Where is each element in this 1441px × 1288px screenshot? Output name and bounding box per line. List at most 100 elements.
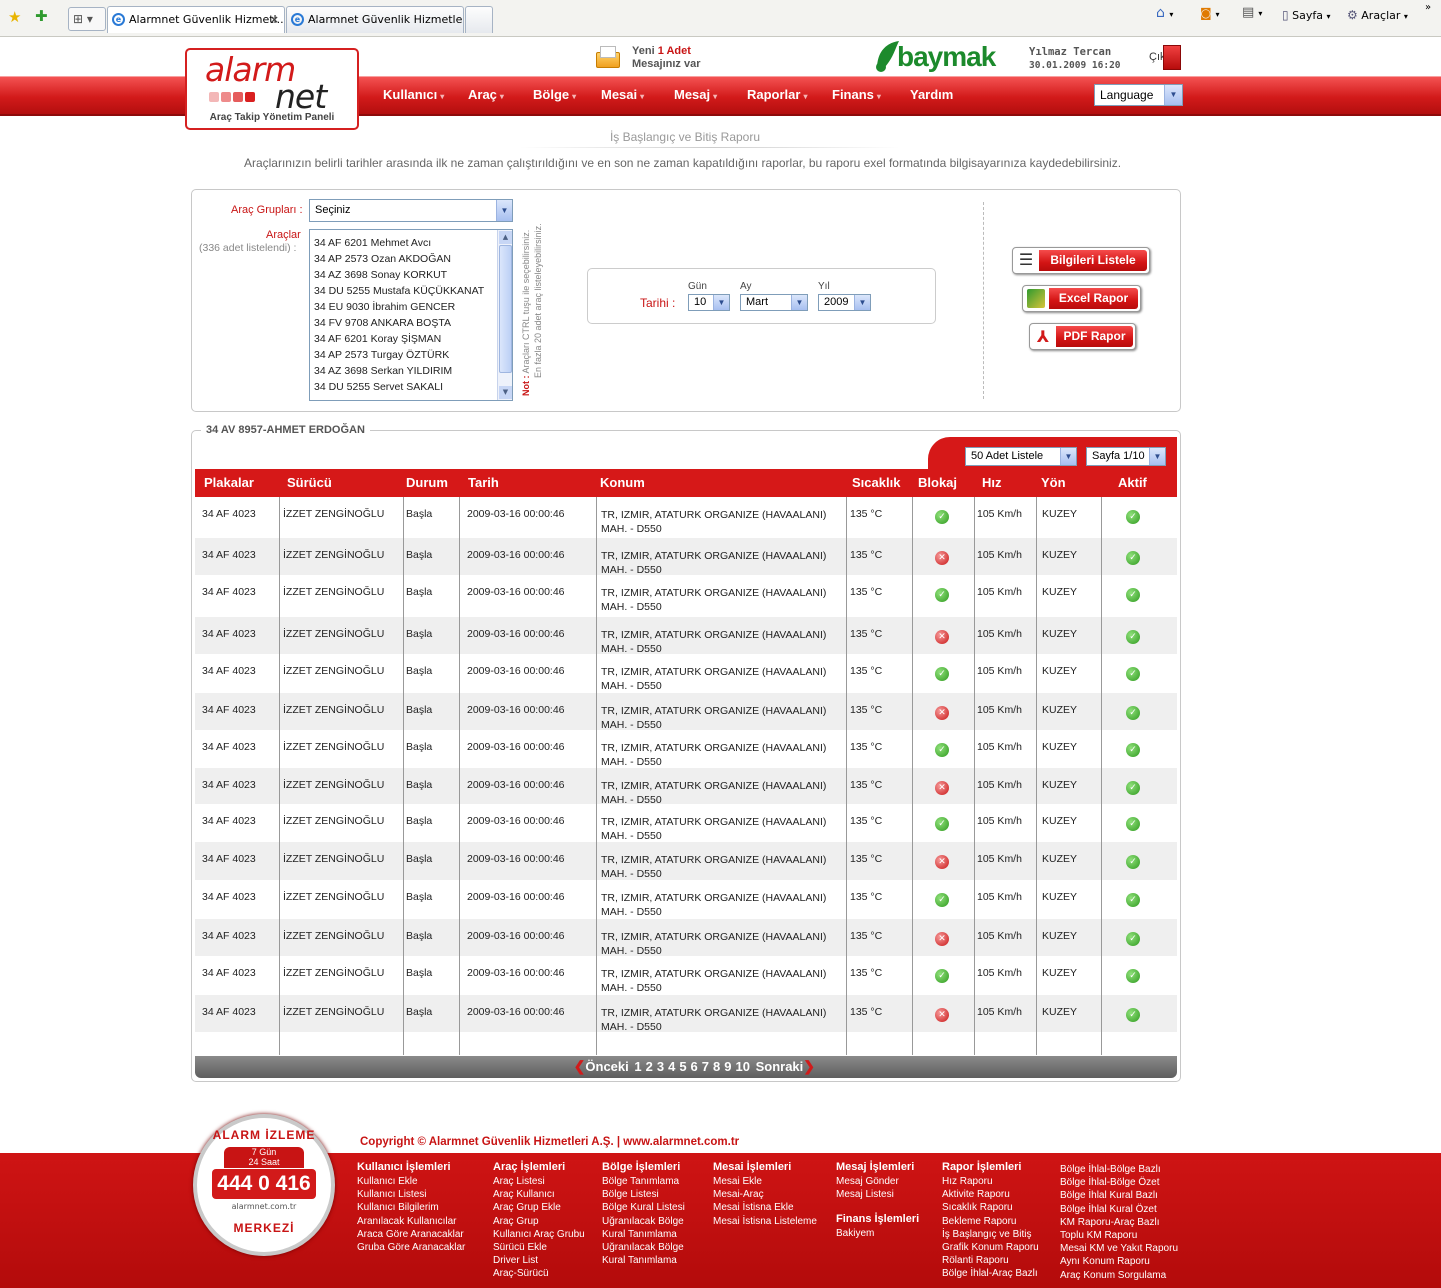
footer-link[interactable]: Toplu KM Raporu — [1060, 1229, 1137, 1242]
pager-page[interactable]: 6 — [691, 1059, 698, 1074]
footer-link[interactable]: Mesaj Listesi — [836, 1188, 894, 1201]
alarmnet-logo[interactable]: alarm net Araç Takip Yönetim Paneli — [185, 48, 359, 130]
footer-link[interactable]: Kullanıcı Ekle — [357, 1175, 418, 1188]
pager-page[interactable]: 2 — [646, 1059, 653, 1074]
footer-link[interactable]: Araç Grup — [493, 1215, 539, 1228]
nav-mesai[interactable]: Mesai ▾ — [601, 87, 644, 102]
page-select[interactable]: Sayfa 1/10 ▼ — [1086, 447, 1166, 466]
footer-link[interactable]: Mesai Ekle — [713, 1175, 762, 1188]
footer-link[interactable]: Mesai KM ve Yakıt Raporu — [1060, 1242, 1178, 1255]
browser-tab-1[interactable]: e Alarmnet Güvenlik Hizmetl... × — [107, 6, 285, 33]
print-icon[interactable]: ▤ ▾ — [1242, 5, 1262, 20]
vehicle-option[interactable]: 34 AZ 3698 Serkan YILDIRIM — [314, 363, 484, 379]
pager-page[interactable]: 7 — [702, 1059, 709, 1074]
chevron-left-icon[interactable]: ❮ — [574, 1058, 586, 1074]
pager-page[interactable]: 10 — [735, 1059, 749, 1074]
footer-link[interactable]: Aktivite Raporu — [942, 1188, 1010, 1201]
vehicle-option[interactable]: 34 EU 9030 İbrahim GENCER — [314, 299, 484, 315]
browser-tab-2[interactable]: eAlarmnet Güvenlik Hizmetleri ... — [286, 6, 464, 33]
footer-link[interactable]: Araç-Sürücü — [493, 1267, 549, 1280]
pager-next[interactable]: Sonraki — [756, 1059, 804, 1074]
new-tab-button[interactable] — [465, 6, 493, 33]
listbox-scrollbar[interactable]: ▲ ▼ — [497, 230, 512, 400]
footer-link[interactable]: Driver List — [493, 1254, 538, 1267]
footer-link[interactable]: Bakiyem — [836, 1227, 874, 1240]
vehicle-option[interactable]: 34 AP 2573 Ozan AKDOĞAN — [314, 251, 484, 267]
chevron-right-icon[interactable]: ❯ — [803, 1058, 815, 1074]
excel-report-button[interactable]: Excel Rapor — [1022, 285, 1141, 312]
footer-link[interactable]: Hız Raporu — [942, 1175, 993, 1188]
footer-link[interactable]: Araç Grup Ekle — [493, 1201, 561, 1214]
footer-link[interactable]: Bölge İhlal-Bölge Özet — [1060, 1176, 1160, 1189]
close-tab-icon[interactable]: × — [270, 7, 279, 33]
pager-page[interactable]: 5 — [679, 1059, 686, 1074]
footer-link[interactable]: Bölge İhlal-Araç Bazlı — [942, 1267, 1038, 1280]
footer-link[interactable]: Bekleme Raporu — [942, 1215, 1016, 1228]
footer-link[interactable]: Kullanıcı Bilgilerim — [357, 1201, 439, 1214]
col-surucu[interactable]: Sürücü — [287, 475, 332, 490]
nav-bolge[interactable]: Bölge ▾ — [533, 87, 576, 102]
col-sicaklik[interactable]: Sıcaklık — [852, 475, 900, 490]
vehicle-option[interactable]: 34 AZ 3698 Sonay KORKUT — [314, 267, 484, 283]
footer-link[interactable]: Sürücü Ekle — [493, 1241, 547, 1254]
list-info-button[interactable]: Bilgileri Listele ☰ — [1012, 247, 1150, 274]
footer-link[interactable]: Bölge Tanımlama — [602, 1175, 679, 1188]
footer-link[interactable]: Kullanıcı Listesi — [357, 1188, 426, 1201]
footer-link[interactable]: KM Raporu-Araç Bazlı — [1060, 1216, 1159, 1229]
pager-prev[interactable]: Önceki — [585, 1059, 628, 1074]
col-plakalar[interactable]: Plakalar — [204, 475, 254, 490]
page-menu[interactable]: ▯ Sayfa ▾ — [1282, 8, 1330, 22]
month-select[interactable]: Mart ▼ — [740, 294, 808, 311]
scroll-down-icon[interactable]: ▼ — [499, 386, 512, 399]
col-yon[interactable]: Yön — [1041, 475, 1066, 490]
vehicle-option[interactable]: 34 AF 6201 Koray ŞİŞMAN — [314, 331, 484, 347]
col-hiz[interactable]: Hız — [982, 475, 1002, 490]
footer-link[interactable]: Bölge Listesi — [602, 1188, 659, 1201]
footer-link[interactable]: Mesaj Gönder — [836, 1175, 899, 1188]
footer-link[interactable]: Uğranılacak Bölge — [602, 1215, 684, 1228]
nav-yardim[interactable]: Yardım — [910, 87, 953, 102]
footer-link[interactable]: Kural Tanımlama — [602, 1254, 677, 1267]
nav-mesaj[interactable]: Mesaj ▾ — [674, 87, 717, 102]
add-favorite-icon[interactable]: ✚ — [35, 7, 48, 25]
col-tarih[interactable]: Tarih — [468, 475, 499, 490]
vehicle-option[interactable]: 34 AF 6201 Mehmet Avcı — [314, 235, 484, 251]
footer-link[interactable]: Gruba Göre Aranacaklar — [357, 1241, 465, 1254]
pager-page[interactable]: 8 — [713, 1059, 720, 1074]
new-message-notice[interactable]: Yeni 1 Adet Mesajınız var — [632, 45, 700, 71]
pager-page[interactable]: 1 — [634, 1059, 641, 1074]
home-icon[interactable]: ⌂ ▾ — [1156, 5, 1173, 21]
footer-link[interactable]: Kural Tanımlama — [602, 1228, 677, 1241]
footer-link[interactable]: Mesai İstisna Ekle — [713, 1201, 794, 1214]
footer-link[interactable]: Rölanti Raporu — [942, 1254, 1009, 1267]
footer-link[interactable]: Araç Listesi — [493, 1175, 545, 1188]
vehicle-group-select[interactable]: Seçiniz ▼ — [309, 199, 513, 222]
footer-link[interactable]: Araç Konum Sorgulama — [1060, 1269, 1166, 1282]
quick-tabs-icon[interactable]: ⊞ ▾ — [68, 7, 106, 31]
pager-page[interactable]: 4 — [668, 1059, 675, 1074]
vehicle-option[interactable]: 34 DU 5255 Servet SAKALI — [314, 379, 484, 395]
footer-link[interactable]: İş Başlangıç ve Bitiş — [942, 1228, 1031, 1241]
scroll-thumb[interactable] — [499, 245, 512, 373]
year-select[interactable]: 2009 ▼ — [818, 294, 871, 311]
pager-page[interactable]: 3 — [657, 1059, 664, 1074]
footer-link[interactable]: Mesai-Araç — [713, 1188, 764, 1201]
col-durum[interactable]: Durum — [406, 475, 448, 490]
nav-raporlar[interactable]: Raporlar ▾ — [747, 87, 807, 102]
page-size-select[interactable]: 50 Adet Listele ▼ — [965, 447, 1077, 466]
footer-link[interactable]: Kullanıcı Araç Grubu — [493, 1228, 585, 1241]
pager-page[interactable]: 9 — [724, 1059, 731, 1074]
footer-link[interactable]: Uğranılacak Bölge — [602, 1241, 684, 1254]
vehicles-listbox[interactable]: 34 AF 6201 Mehmet Avcı 34 AP 2573 Ozan AK… — [309, 229, 513, 401]
col-blokaj[interactable]: Blokaj — [918, 475, 957, 490]
nav-arac[interactable]: Araç ▾ — [468, 87, 504, 102]
col-aktif[interactable]: Aktif — [1118, 475, 1147, 490]
footer-link[interactable]: Bölge İhlal Kural Özet — [1060, 1203, 1157, 1216]
footer-link[interactable]: Mesai İstisna Listeleme — [713, 1215, 817, 1228]
footer-link[interactable]: Sıcaklık Raporu — [942, 1201, 1013, 1214]
vehicle-option[interactable]: 34 DU 5255 Mustafa KÜÇÜKKANAT — [314, 283, 484, 299]
footer-link[interactable]: Bölge İhlal Kural Bazlı — [1060, 1189, 1158, 1202]
vehicle-option[interactable]: 34 FV 9708 ANKARA BOŞTA — [314, 315, 484, 331]
footer-link[interactable]: Aynı Konum Raporu — [1060, 1255, 1150, 1268]
nav-kullanici[interactable]: Kullanıcı ▾ — [383, 87, 444, 102]
